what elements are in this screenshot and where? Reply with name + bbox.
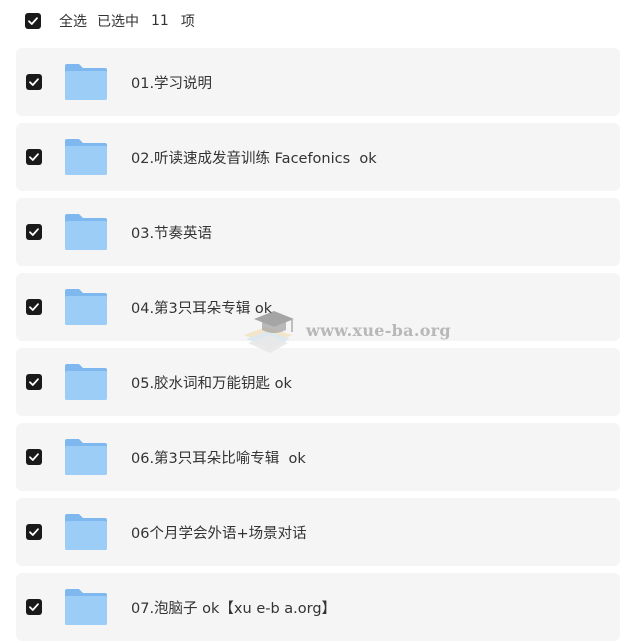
item-checkbox[interactable]: [26, 149, 42, 165]
list-item[interactable]: 06.第3只耳朵比喻专辑 ok: [16, 423, 620, 491]
checkmark-icon: [29, 528, 39, 536]
list-item[interactable]: 06个月学会外语+场景对话: [16, 498, 620, 566]
folder-icon: [65, 439, 107, 475]
item-checkbox[interactable]: [26, 299, 42, 315]
checkmark-icon: [29, 303, 39, 311]
checkmark-icon: [29, 378, 39, 386]
list-item[interactable]: 07.泡脑子 ok【xu e-b a.org】: [16, 573, 620, 641]
selected-suffix: 项: [180, 14, 195, 30]
item-checkbox[interactable]: [26, 599, 42, 615]
item-name: 01.学习说明: [131, 75, 213, 92]
item-checkbox[interactable]: [26, 524, 42, 540]
checkmark-icon: [29, 453, 39, 461]
item-name: 02.听读速成发音训练 Facefonics ok: [131, 150, 377, 167]
item-name: 06个月学会外语+场景对话: [131, 525, 307, 542]
item-checkbox[interactable]: [26, 374, 42, 390]
selected-count: 11: [151, 13, 169, 29]
folder-icon: [65, 64, 107, 100]
list-item[interactable]: 04.第3只耳朵专辑 ok: [16, 273, 620, 341]
item-checkbox[interactable]: [26, 224, 42, 240]
item-name: 04.第3只耳朵专辑 ok: [131, 300, 273, 317]
item-name: 06.第3只耳朵比喻专辑 ok: [131, 450, 306, 467]
checkmark-icon: [29, 228, 39, 236]
folder-icon: [65, 364, 107, 400]
list-item[interactable]: 01.学习说明: [16, 48, 620, 116]
select-all-label[interactable]: 全选: [59, 11, 87, 31]
checkmark-icon: [29, 603, 39, 611]
list-item[interactable]: 05.胶水词和万能钥匙 ok: [16, 348, 620, 416]
folder-icon: [65, 214, 107, 250]
item-name: 05.胶水词和万能钥匙 ok: [131, 375, 292, 392]
selected-prefix: 已选中: [97, 14, 139, 30]
folder-icon: [65, 514, 107, 550]
checkmark-icon: [28, 17, 38, 25]
select-all-bar: 全选 已选中 11 项: [25, 10, 195, 32]
checkmark-icon: [29, 78, 39, 86]
list-item[interactable]: 02.听读速成发音训练 Facefonics ok: [16, 123, 620, 191]
folder-icon: [65, 289, 107, 325]
select-all-checkbox[interactable]: [25, 13, 41, 29]
item-checkbox[interactable]: [26, 74, 42, 90]
item-checkbox[interactable]: [26, 449, 42, 465]
item-name: 07.泡脑子 ok【xu e-b a.org】: [131, 600, 337, 617]
checkmark-icon: [29, 153, 39, 161]
folder-icon: [65, 589, 107, 625]
folder-icon: [65, 139, 107, 175]
list-item[interactable]: 03.节奏英语: [16, 198, 620, 266]
item-name: 03.节奏英语: [131, 225, 213, 242]
